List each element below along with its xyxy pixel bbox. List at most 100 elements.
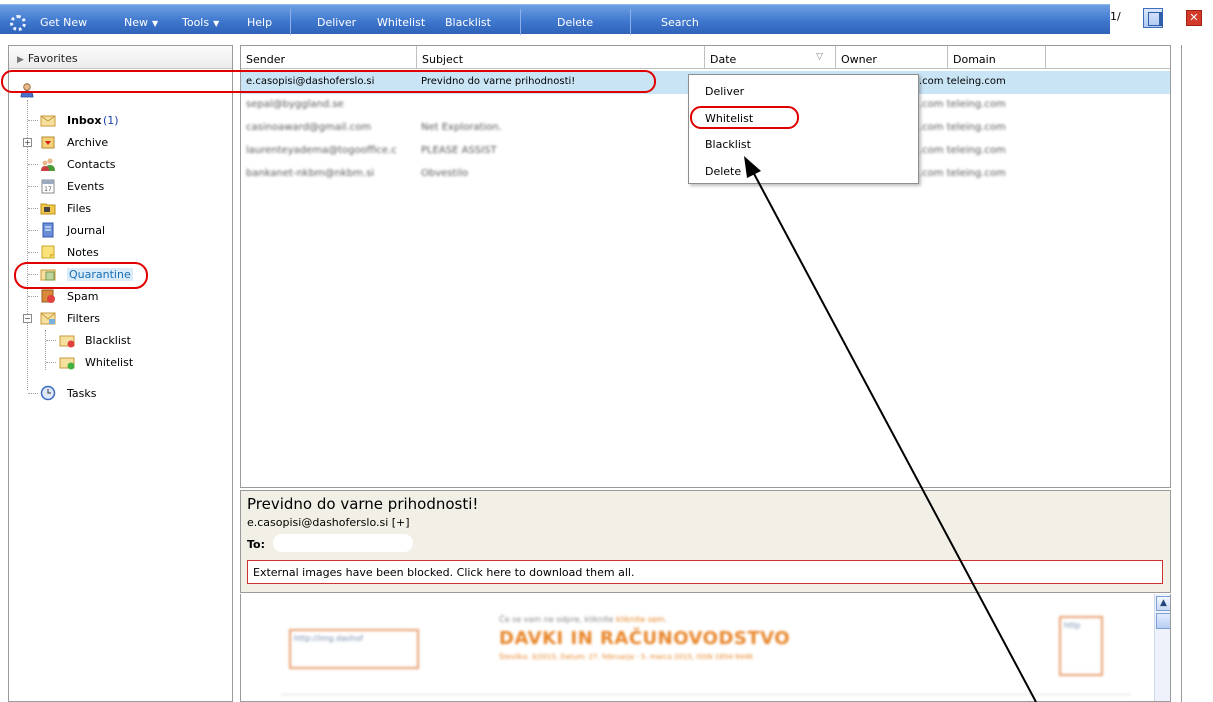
newsletter-content: http://img.dashof Če se vam ne odpre, kl… <box>241 594 1151 701</box>
sidebar-item-archive[interactable]: + Archive <box>9 132 229 152</box>
domain-cell: .com teleing.com <box>919 145 1006 156</box>
sidebar-item-notes[interactable]: Notes <box>9 242 229 262</box>
tools-menu-label: Tools <box>182 16 210 29</box>
app-logo-icon <box>10 15 26 31</box>
new-menu-button[interactable]: New ▼ <box>124 16 158 29</box>
blacklist-icon <box>59 335 75 348</box>
favorites-header[interactable]: ▶ Favorites <box>9 46 232 69</box>
column-header-domain[interactable]: Domain <box>948 46 1046 69</box>
newsletter-heading: DAVKI IN RAČUNOVODSTVO <box>499 628 791 649</box>
layout-toggle-icon[interactable] <box>1143 8 1163 28</box>
column-header-sender[interactable]: Sender <box>241 46 417 69</box>
sidebar-item-label: Spam <box>67 290 99 303</box>
chevron-down-icon: ▼ <box>152 19 159 28</box>
close-icon[interactable]: ✕ <box>1186 10 1202 26</box>
deliver-button[interactable]: Deliver <box>317 16 356 29</box>
whitelist-button[interactable]: Whitelist <box>377 16 425 29</box>
sidebar-item-tasks[interactable]: Tasks <box>9 383 229 403</box>
app-window: Get New New ▼ Tools ▼ Help Deliver Whiteli… <box>0 0 1213 702</box>
preview-header: Previdno do varne prihodnosti! e.casopis… <box>240 490 1171 593</box>
folder-pane: ▶ Favorites Inbox (1) + Archive Contacts … <box>8 45 233 702</box>
column-header-date-label: Date <box>710 53 737 66</box>
sort-arrow-icon: ▽ <box>816 52 823 62</box>
toolbar-bar: Get New New ▼ Tools ▼ Help Deliver Whiteli… <box>0 4 1110 35</box>
sender-cell: e.casopisi@dashoferslo.si <box>246 76 375 87</box>
scroll-thumb[interactable] <box>1156 613 1170 629</box>
toolbar-divider <box>520 9 521 35</box>
newsletter-top-text: Če se vam ne odpre, kliknite <box>499 615 614 624</box>
journal-icon <box>42 222 54 238</box>
preview-sender[interactable]: e.casopisi@dashoferslo.si [+] <box>247 516 410 529</box>
sidebar-item-label: Inbox <box>67 114 102 127</box>
blocked-image-label: http://img.dashof <box>294 634 364 643</box>
get-new-button[interactable]: Get New <box>40 16 87 29</box>
help-button[interactable]: Help <box>247 16 272 29</box>
tree-line <box>46 340 56 341</box>
column-headers: Sender Subject Date ▽ Owner Domain <box>241 46 1170 69</box>
menu-item-deliver[interactable]: Deliver <box>705 85 744 98</box>
preview-scrollbar[interactable]: ▲ <box>1154 594 1170 701</box>
column-header-date[interactable]: Date ▽ <box>705 46 836 69</box>
preview-to-label: To: <box>247 538 265 551</box>
sidebar-item-whitelist[interactable]: Whitelist <box>9 352 229 372</box>
newsletter-top-link[interactable]: kliknite sem. <box>616 615 667 624</box>
newsletter-divider <box>281 694 1131 695</box>
domain-cell: .com teleing.com <box>919 168 1006 179</box>
sidebar-item-label: Events <box>67 180 105 193</box>
preview-body: http://img.dashof Če se vam ne odpre, kl… <box>240 594 1171 702</box>
clock-icon <box>40 385 56 401</box>
menu-item-whitelist[interactable]: Whitelist <box>705 112 753 125</box>
sidebar-item-label: Blacklist <box>85 334 131 347</box>
sidebar-item-label: Filters <box>67 312 100 325</box>
sidebar-item-spam[interactable]: Spam <box>9 286 229 306</box>
sidebar-item-label: Notes <box>67 246 99 259</box>
menu-item-blacklist[interactable]: Blacklist <box>705 138 751 151</box>
new-menu-label: New <box>124 16 148 29</box>
context-menu: Deliver Whitelist Blacklist Delete <box>688 74 919 184</box>
account-root[interactable] <box>9 80 229 100</box>
sidebar-item-inbox[interactable]: Inbox (1) <box>9 110 229 130</box>
notes-icon <box>41 245 55 259</box>
domain-cell: .com teleing.com <box>919 76 1059 87</box>
sidebar-item-events[interactable]: 17 Events <box>9 176 229 196</box>
column-header-subject[interactable]: Subject <box>417 46 705 69</box>
sidebar-item-filters[interactable]: − Filters <box>9 308 229 328</box>
sender-cell: laurenteyadema@togooffice.c <box>246 145 397 156</box>
sender-cell: sepal@byggland.se <box>246 99 344 110</box>
sidebar-item-contacts[interactable]: Contacts <box>9 154 229 174</box>
sidebar-item-journal[interactable]: Journal <box>9 220 229 240</box>
sidebar-item-label: Contacts <box>67 158 116 171</box>
sidebar-item-label: Tasks <box>67 387 97 400</box>
archive-icon <box>41 136 55 149</box>
sidebar-item-label: Archive <box>67 136 109 149</box>
search-button[interactable]: Search <box>661 16 699 29</box>
tree-line <box>28 296 38 297</box>
whitelist-icon <box>59 357 75 370</box>
tree-line <box>28 208 38 209</box>
preview-subject: Previdno do varne prihodnosti! <box>247 495 479 513</box>
blacklist-button[interactable]: Blacklist <box>445 16 491 29</box>
sidebar-item-blacklist[interactable]: Blacklist <box>9 330 229 350</box>
scroll-up-icon[interactable]: ▲ <box>1156 596 1170 611</box>
column-header-owner[interactable]: Owner <box>836 46 948 69</box>
delete-button[interactable]: Delete <box>557 16 593 29</box>
subject-cell: PLEASE ASSIST <box>421 145 497 156</box>
sidebar-item-files[interactable]: Files <box>9 198 229 218</box>
toolbar-divider <box>630 9 631 35</box>
blocked-image-left: http://img.dashof <box>289 629 419 669</box>
calendar-icon: 17 <box>41 179 55 194</box>
menu-item-delete[interactable]: Delete <box>705 165 741 178</box>
sender-cell: casinoaward@gmail.com <box>246 122 372 133</box>
newsletter-top-line: Če se vam ne odpre, kliknite kliknite se… <box>499 615 667 624</box>
tree-line <box>28 393 38 394</box>
blocked-image-right: http <box>1059 616 1103 676</box>
domain-cell: .com teleing.com <box>919 122 1006 133</box>
domain-cell: .com teleing.com <box>919 99 1006 110</box>
tools-menu-button[interactable]: Tools ▼ <box>182 16 219 29</box>
tree-line <box>28 252 38 253</box>
blocked-images-notice[interactable]: External images have been blocked. Click… <box>247 560 1163 584</box>
expand-plus-icon[interactable]: + <box>23 138 32 147</box>
collapse-minus-icon[interactable]: − <box>23 314 32 323</box>
sidebar-item-label: Journal <box>67 224 106 237</box>
tree-line <box>28 186 38 187</box>
